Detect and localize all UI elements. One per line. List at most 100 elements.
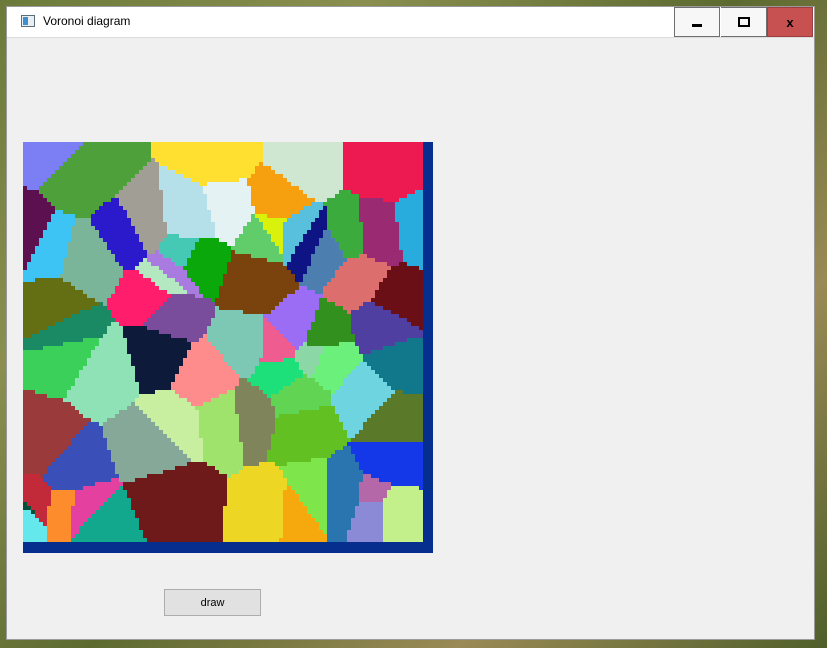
voronoi-cell — [27, 266, 63, 270]
voronoi-cell — [275, 306, 319, 310]
voronoi-cell — [271, 442, 347, 446]
voronoi-cell — [23, 326, 47, 330]
voronoi-cell — [283, 526, 319, 530]
voronoi-cell — [75, 222, 91, 226]
voronoi-cell — [47, 226, 71, 230]
voronoi-cell — [23, 442, 71, 446]
voronoi-cell — [115, 490, 127, 494]
voronoi-cell — [135, 478, 227, 482]
voronoi-cell — [283, 226, 311, 230]
voronoi-cell — [343, 150, 423, 154]
voronoi-cell — [315, 318, 351, 322]
voronoi-cell — [47, 394, 67, 398]
draw-button[interactable]: draw — [164, 589, 261, 616]
voronoi-cell — [315, 246, 339, 250]
voronoi-cell — [127, 182, 159, 186]
voronoi-cell — [267, 394, 271, 398]
voronoi-cell — [207, 206, 255, 210]
voronoi-cell — [319, 214, 327, 218]
voronoi-cell — [163, 214, 211, 218]
voronoi-cell — [131, 358, 183, 362]
voronoi-cell — [239, 414, 275, 418]
voronoi-cell — [175, 378, 239, 382]
voronoi-cell — [223, 274, 295, 278]
voronoi-cell — [87, 518, 139, 522]
voronoi-cell — [239, 374, 251, 378]
voronoi-cell — [23, 486, 51, 490]
voronoi-cell — [67, 394, 139, 398]
voronoi-cell — [251, 214, 255, 218]
voronoi-cell — [395, 214, 423, 218]
voronoi-cell — [323, 290, 375, 294]
voronoi-cell — [167, 434, 199, 438]
voronoi-cell — [251, 382, 291, 386]
voronoi-cell — [315, 314, 351, 318]
maximize-button[interactable] — [721, 7, 767, 37]
voronoi-cell — [323, 530, 327, 534]
voronoi-cell — [195, 282, 223, 286]
voronoi-cell — [363, 226, 399, 230]
voronoi-cell — [71, 514, 91, 518]
voronoi-cell — [23, 250, 35, 254]
voronoi-cell — [143, 534, 223, 538]
voronoi-cell — [143, 246, 159, 250]
voronoi-cell — [31, 258, 63, 262]
voronoi-cell — [171, 334, 203, 338]
voronoi-cell — [355, 510, 383, 514]
voronoi-cell — [139, 394, 179, 398]
voronoi-cell — [243, 450, 267, 454]
voronoi-cell — [23, 230, 43, 234]
voronoi-cell — [223, 538, 279, 542]
voronoi-cell — [275, 410, 299, 414]
voronoi-cell — [303, 234, 323, 238]
voronoi-cell — [107, 438, 171, 442]
voronoi-cell — [143, 530, 223, 534]
voronoi-cell — [43, 478, 111, 482]
voronoi-cell — [235, 394, 267, 398]
voronoi-cell — [399, 314, 423, 318]
voronoi-cell — [115, 462, 187, 466]
voronoi-cell — [327, 482, 359, 486]
voronoi-cell — [215, 466, 243, 470]
voronoi-cell — [247, 178, 287, 182]
voronoi-cell — [211, 322, 263, 326]
voronoi-cell — [419, 266, 423, 270]
voronoi-cell — [135, 366, 179, 370]
voronoi-cell — [271, 438, 351, 442]
voronoi-cell — [327, 198, 359, 202]
voronoi-cell — [299, 346, 323, 350]
voronoi-cell — [279, 466, 327, 470]
voronoi-cell — [339, 418, 367, 422]
voronoi-cell — [323, 386, 339, 390]
voronoi-cell — [107, 446, 179, 450]
voronoi-cell — [183, 358, 223, 362]
title-bar[interactable]: Voronoi diagram x — [7, 7, 814, 38]
voronoi-cell — [371, 298, 423, 302]
voronoi-cell — [175, 374, 239, 378]
voronoi-cell — [315, 310, 347, 314]
voronoi-cell — [279, 302, 319, 306]
voronoi-cell — [51, 490, 75, 494]
voronoi-cell — [139, 262, 151, 266]
close-button[interactable]: x — [767, 7, 813, 37]
minimize-button[interactable] — [674, 7, 720, 37]
voronoi-cell — [331, 402, 383, 406]
voronoi-cell — [191, 278, 223, 282]
voronoi-cell — [23, 206, 55, 210]
voronoi-cell — [187, 462, 207, 466]
voronoi-cell — [263, 162, 343, 166]
voronoi-cell — [235, 398, 271, 402]
voronoi-cell — [215, 222, 247, 226]
voronoi-cell — [219, 470, 239, 474]
voronoi-cell — [351, 522, 383, 526]
voronoi-cell — [375, 258, 403, 262]
voronoi-cell — [259, 162, 263, 166]
voronoi-cell — [303, 342, 307, 346]
voronoi-cell — [127, 338, 187, 342]
voronoi-cell — [187, 290, 199, 294]
voronoi-cell — [23, 186, 27, 190]
voronoi-cell — [23, 510, 31, 514]
voronoi-cell — [119, 190, 163, 194]
voronoi-cell — [23, 538, 47, 542]
voronoi-cell — [327, 522, 351, 526]
